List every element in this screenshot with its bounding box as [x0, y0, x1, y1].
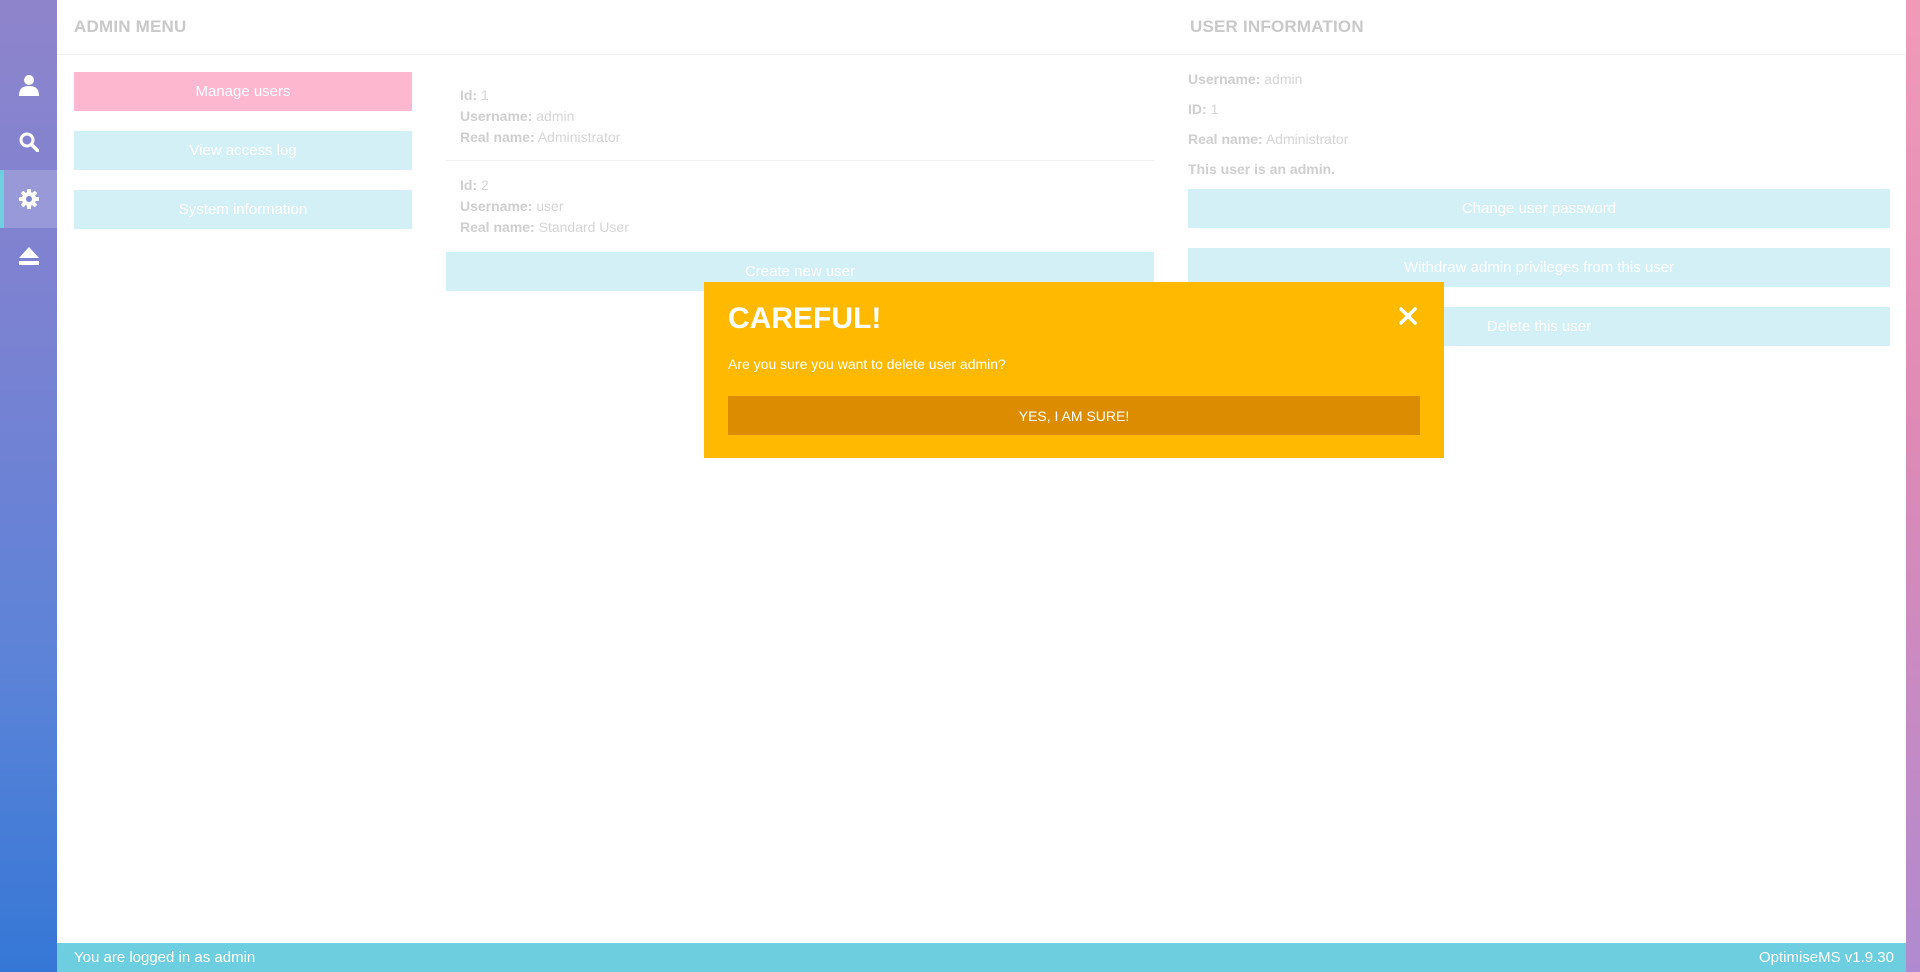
username-label: Username: [1188, 71, 1261, 87]
nav-item-search[interactable] [0, 113, 57, 171]
info-id: ID: 1 [1188, 101, 1218, 117]
app-version: OptimiseMS v1.9.30 [1758, 949, 1894, 966]
list-item[interactable]: Id: 2 Username: user Real name: Standard… [460, 175, 629, 238]
list-item[interactable]: Id: 1 Username: admin Real name: Adminis… [460, 85, 620, 148]
gear-icon [18, 189, 39, 209]
view-access-log-button[interactable]: View access log [74, 131, 412, 170]
nav-item-settings[interactable] [0, 170, 57, 228]
realname-label: Real name: [1188, 131, 1263, 147]
admin-note: This user is an admin. [1188, 161, 1336, 177]
dialog-message: Are you sure you want to delete user adm… [728, 356, 1006, 372]
login-status: You are logged in as admin [74, 949, 256, 966]
dialog-title: CAREFUL! [728, 302, 882, 335]
id-label: Id: [460, 87, 478, 103]
confirm-delete-dialog: CAREFUL! Are you sure you want to delete… [704, 282, 1444, 458]
username: user [536, 198, 564, 214]
user-id: 1 [481, 87, 489, 103]
eject-icon [18, 247, 39, 265]
realname: Administrator [537, 129, 621, 145]
change-password-button[interactable]: Change user password [1188, 189, 1890, 228]
nav-item-logout[interactable] [0, 227, 57, 285]
realname: Administrator [1265, 131, 1349, 147]
username: admin [1264, 71, 1303, 87]
id-label: Id: [460, 177, 478, 193]
divider [429, 54, 1171, 55]
user-info-title: USER INFORMATION [1190, 17, 1364, 36]
divider [1171, 54, 1906, 55]
manage-users-button[interactable]: Manage users [74, 72, 412, 111]
user-info-panel: USER INFORMATION Username: admin ID: 1 R… [1171, 0, 1906, 943]
admin-menu-title: ADMIN MENU [74, 17, 187, 36]
info-realname: Real name: Administrator [1188, 131, 1348, 147]
realname-label: Real name: [460, 129, 535, 145]
close-button[interactable] [1398, 306, 1422, 330]
right-accent-strip [1906, 0, 1920, 972]
admin-menu-panel: ADMIN MENU Manage users View access log … [57, 0, 430, 943]
system-information-button[interactable]: System information [74, 190, 412, 229]
nav-rail [0, 0, 57, 972]
id-label: ID: [1188, 101, 1207, 117]
realname: Standard User [538, 219, 629, 235]
user-id: 1 [1210, 101, 1219, 117]
status-bar: You are logged in as admin OptimiseMS v1… [57, 943, 1906, 972]
user-list-panel: Id: 1 Username: admin Real name: Adminis… [429, 0, 1172, 943]
close-icon [1399, 307, 1417, 325]
user-id: 2 [481, 177, 489, 193]
username-label: Username: [460, 108, 533, 124]
user-icon [18, 75, 39, 96]
divider [446, 160, 1154, 161]
info-username: Username: admin [1188, 71, 1302, 87]
search-icon [19, 132, 39, 152]
confirm-button[interactable]: YES, I AM SURE! [728, 396, 1420, 435]
nav-item-user[interactable] [0, 56, 57, 114]
username-label: Username: [460, 198, 533, 214]
realname-label: Real name: [460, 219, 535, 235]
username: admin [536, 108, 575, 124]
divider [57, 54, 429, 55]
